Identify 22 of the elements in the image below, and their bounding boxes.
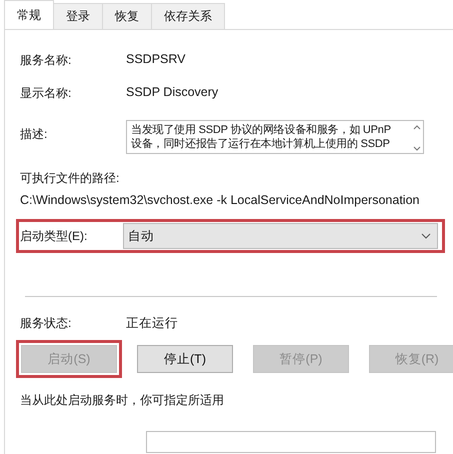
scroll-down-icon[interactable] xyxy=(413,146,421,151)
field-label: 显示名称: xyxy=(20,85,72,102)
tab[interactable]: 依存关系 xyxy=(151,3,225,30)
service-button[interactable]: 停止(T) xyxy=(137,345,233,373)
tab[interactable]: 登录 xyxy=(53,3,103,30)
startup-type-dropdown[interactable]: 自动 xyxy=(123,223,438,249)
description-box[interactable]: 当发现了使用 SSDP 协议的网络设备和服务，如 UPnP 设备，同时还报告了运行在本地计算机上使用的 SSDP xyxy=(126,120,424,154)
field-label: 服务状态: xyxy=(20,315,72,332)
field-value: SSDP Discovery xyxy=(126,85,218,99)
field-label: 服务名称: xyxy=(20,52,72,69)
hint-text: 当从此处启动服务时，你可指定所适用 xyxy=(20,392,225,409)
field-label: 启动类型(E): xyxy=(20,228,88,244)
path-text: C:\Windows\system32\svchost.exe -k LocalServiceAndNoImpersonation xyxy=(20,193,420,207)
parameters-field[interactable] xyxy=(146,431,436,453)
tab[interactable]: 常规 xyxy=(4,0,54,30)
field-label: 描述: xyxy=(20,126,48,143)
field-label: 可执行文件的路径: xyxy=(20,170,120,187)
tab[interactable]: 恢复 xyxy=(102,3,152,30)
field-value: SSDPSRV xyxy=(126,52,186,66)
status-value: 正在运行 xyxy=(126,315,178,332)
scroll-up-icon[interactable] xyxy=(413,125,421,130)
chevron-down-icon xyxy=(421,233,431,239)
